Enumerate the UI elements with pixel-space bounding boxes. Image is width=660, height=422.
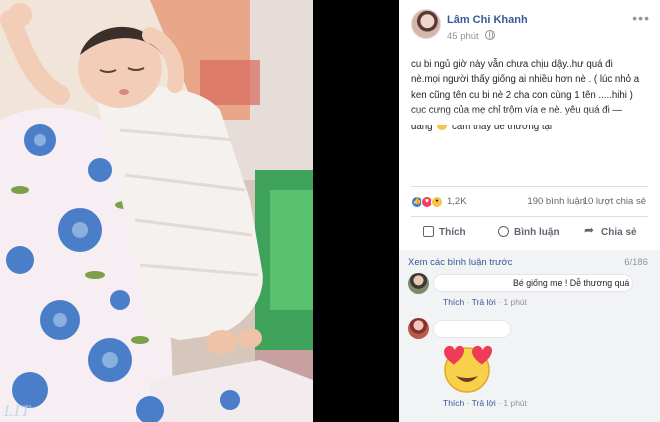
photo-watermark: LIT xyxy=(4,404,32,420)
post-photo[interactable]: LIT xyxy=(0,0,313,422)
comment-reply-link[interactable]: Trả lời xyxy=(472,398,496,408)
comment-meta: Thích · Trả lời · 1 phút xyxy=(443,297,528,307)
comments-list: Bé giống me ! Dễ thương quá Thích · Trả … xyxy=(399,0,660,422)
commenter-avatar[interactable] xyxy=(408,273,429,294)
comment-like-link[interactable]: Thích xyxy=(443,398,464,408)
comment-reply-link[interactable]: Trả lời xyxy=(472,297,496,307)
comment-name-bubble xyxy=(433,320,511,338)
comment-time[interactable]: 1 phút xyxy=(503,398,527,408)
baby-photo-illustration xyxy=(0,0,313,422)
commenter-avatar[interactable] xyxy=(408,318,429,339)
post-photo-frame: LIT xyxy=(0,0,399,422)
heart-eyes-emoji-icon xyxy=(444,345,493,393)
comment-like-link[interactable]: Thích xyxy=(443,297,464,307)
comment-text: Bé giống me ! Dễ thương quá xyxy=(513,278,630,288)
comment-meta: Thích · Trả lời · 1 phút xyxy=(443,398,528,408)
comment-time[interactable]: 1 phút xyxy=(503,297,527,307)
